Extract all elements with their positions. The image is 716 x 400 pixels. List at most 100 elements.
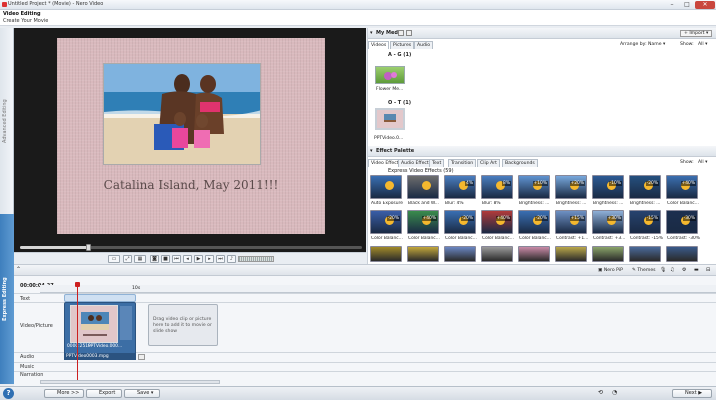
effect-thumbnail[interactable]: +20%	[555, 175, 587, 199]
save-button[interactable]: Save ▾	[124, 389, 160, 398]
step-forward-icon[interactable]: ▸	[205, 255, 214, 263]
effect-thumbnail[interactable]	[592, 246, 624, 262]
maximize-button[interactable]: □	[680, 1, 694, 9]
effect-thumbnail[interactable]	[481, 246, 513, 262]
effect-badge: +30%	[606, 216, 622, 221]
effect-badge: +15%	[569, 216, 585, 221]
collapse-arrow-icon[interactable]: ▾	[370, 148, 373, 154]
effect-thumbnail[interactable]: -30%	[666, 210, 698, 234]
music-track[interactable]	[14, 362, 716, 371]
collapse-up-icon[interactable]: ⌃	[16, 266, 21, 273]
timeline-toolbar: ⌃ ▣ Nero PiP ✎ Themes 🎙 ♫ ⚙ ▬ ⊟	[14, 264, 716, 276]
help-icon[interactable]: ?	[3, 388, 14, 399]
tab-audio-effect[interactable]: Audio Effect	[398, 159, 432, 167]
step-back-icon[interactable]: ◂	[183, 255, 192, 263]
advanced-editing-tab[interactable]: Advanced Editing	[0, 28, 14, 214]
effect-thumbnail[interactable]	[370, 175, 402, 199]
zoom-slider-icon[interactable]: ▬	[694, 267, 699, 273]
effect-label: Contrast: -15%	[630, 236, 663, 241]
time-ruler[interactable]: 10s	[40, 285, 716, 293]
next-button[interactable]: Next ▶	[672, 389, 712, 398]
effect-thumbnail[interactable]	[444, 246, 476, 262]
effect-thumbnail[interactable]: -15%	[629, 210, 661, 234]
title-bar: Untitled Project * (Movie) - Nero Video …	[0, 0, 716, 10]
volume-icon[interactable]: ♪	[227, 255, 236, 263]
list-view-icon[interactable]	[406, 30, 412, 36]
effect-thumbnail[interactable]	[555, 246, 587, 262]
media-thumbnail[interactable]	[375, 66, 405, 84]
back-arrow-icon[interactable]: ⟲	[598, 389, 603, 396]
display-mode-icon[interactable]: ▭	[108, 255, 120, 263]
minimize-button[interactable]: –	[665, 1, 679, 9]
volume-slider[interactable]	[238, 256, 274, 262]
effect-thumbnail[interactable]: +30%	[592, 210, 624, 234]
tab-transition[interactable]: Transition	[448, 159, 477, 167]
scrubber-handle[interactable]	[86, 244, 91, 251]
tab-text[interactable]: Text	[429, 159, 445, 167]
microphone-icon[interactable]: 🎙	[660, 267, 666, 273]
clip-checkbox[interactable]	[138, 354, 145, 360]
effect-thumbnail[interactable]: +40%	[407, 210, 439, 234]
zoom-out-icon[interactable]: ⊟	[706, 267, 710, 273]
effect-thumbnail[interactable]: +40%	[481, 210, 513, 234]
effect-thumbnail[interactable]	[518, 246, 550, 262]
show-select[interactable]: All ▾	[698, 42, 707, 47]
tab-backgrounds[interactable]: Backgrounds	[502, 159, 538, 167]
tab-video-effect[interactable]: Video Effect	[368, 159, 402, 167]
next-icon[interactable]: ⏭	[216, 255, 225, 263]
tab-audio[interactable]: Audio	[414, 41, 434, 49]
nero-pip-button[interactable]: ▣ Nero PiP	[598, 268, 623, 273]
speaker-icon[interactable]: ♫	[670, 267, 674, 273]
express-editing-tab[interactable]: Express Editing	[0, 214, 14, 384]
effect-thumbnail[interactable]: -20%	[370, 210, 402, 234]
previous-icon[interactable]: ⏮	[172, 255, 181, 263]
tools-icon[interactable]: ⚙	[682, 267, 686, 273]
export-button[interactable]: Export	[86, 389, 122, 398]
tab-pictures[interactable]: Pictures	[390, 41, 415, 49]
track-label: Audio	[20, 354, 35, 360]
tab-clip-art[interactable]: Clip Art	[477, 159, 500, 167]
close-button[interactable]: ✕	[695, 1, 715, 9]
more-button[interactable]: More >>	[44, 389, 84, 398]
effect-label: Brightness: ...	[630, 201, 661, 206]
play-icon[interactable]: ▶	[194, 255, 203, 263]
import-button[interactable]: + Import ▾	[680, 30, 713, 37]
effect-thumbnail[interactable]	[370, 246, 402, 262]
narration-track[interactable]	[14, 371, 716, 380]
clip-trim-handle[interactable]	[120, 306, 132, 340]
stop-icon[interactable]: ■	[161, 255, 170, 263]
window-title: Untitled Project * (Movie) - Nero Video	[8, 1, 104, 7]
effect-thumbnail[interactable]: 8%	[481, 175, 513, 199]
effect-thumbnail[interactable]	[407, 246, 439, 262]
show-select[interactable]: All ▾	[698, 160, 707, 165]
effect-thumbnail[interactable]: +40%	[666, 175, 698, 199]
effect-thumbnail[interactable]: -20%	[518, 210, 550, 234]
effect-thumbnail[interactable]: +15%	[555, 210, 587, 234]
family-photo	[103, 63, 261, 165]
disc-icon[interactable]: ◔	[612, 389, 617, 396]
snapshot-icon[interactable]: ◙	[150, 255, 159, 263]
text-track-block[interactable]	[64, 294, 136, 302]
themes-button[interactable]: ✎ Themes	[632, 268, 656, 273]
grid-view-icon[interactable]	[398, 30, 404, 36]
effect-thumbnail[interactable]: 4%	[444, 175, 476, 199]
collapse-arrow-icon[interactable]: ▾	[370, 30, 373, 36]
playhead[interactable]	[77, 282, 78, 380]
effect-thumbnail[interactable]	[666, 246, 698, 262]
drop-zone[interactable]: Drag video clip or picture here to add i…	[148, 304, 218, 346]
media-thumbnail[interactable]	[375, 108, 405, 130]
effect-thumbnail[interactable]: -20%	[629, 175, 661, 199]
fullscreen-icon[interactable]: ⤢	[123, 255, 132, 263]
show-label: Show:	[680, 42, 694, 47]
effect-thumbnail[interactable]	[407, 175, 439, 199]
effect-thumbnail[interactable]: -10%	[592, 175, 624, 199]
effect-thumbnail[interactable]: +10%	[518, 175, 550, 199]
express-editing-label: Express Editing	[2, 277, 8, 321]
effect-badge: +40%	[421, 216, 437, 221]
effect-thumbnail[interactable]: -20%	[444, 210, 476, 234]
effect-thumbnail[interactable]	[629, 246, 661, 262]
timeline-scrollbar[interactable]	[40, 380, 220, 384]
tab-videos[interactable]: Videos	[368, 41, 390, 49]
aspect-icon[interactable]: ▦	[134, 255, 146, 263]
arrange-select[interactable]: Name ▾	[648, 42, 665, 47]
